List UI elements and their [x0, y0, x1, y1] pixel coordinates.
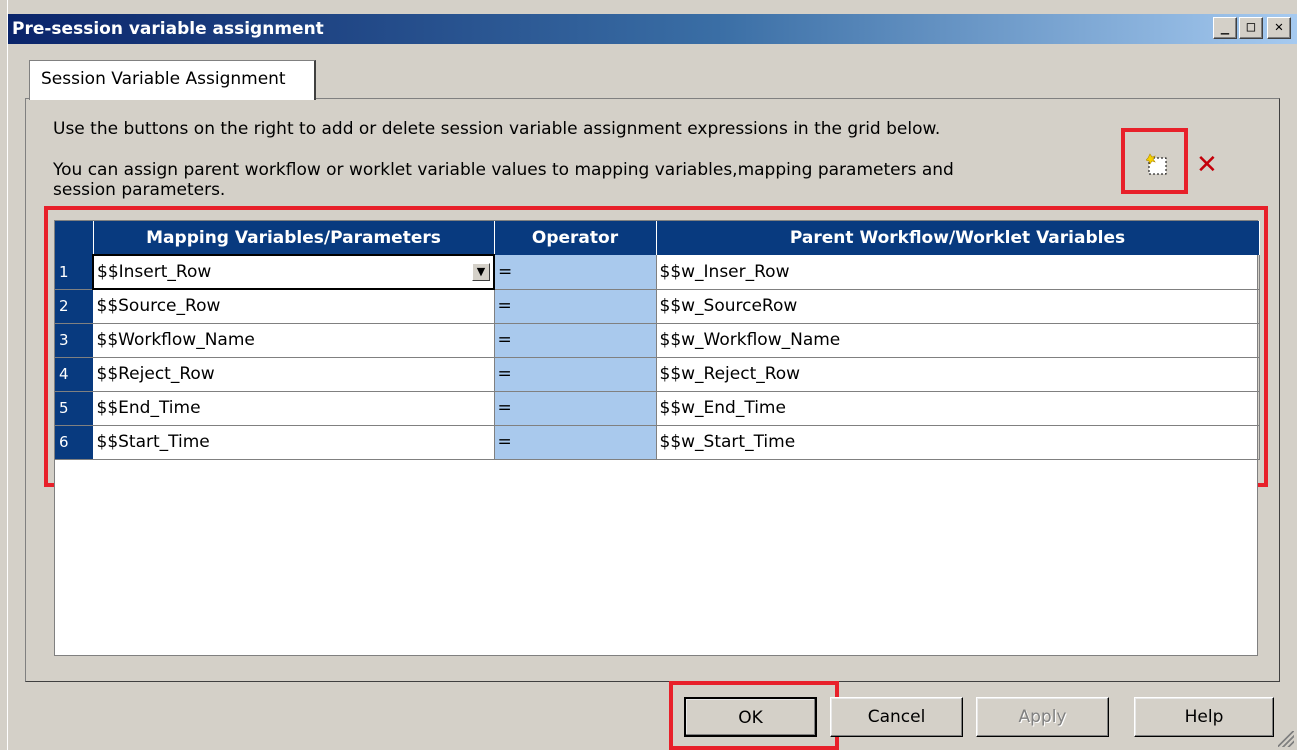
operator-cell[interactable]: =	[494, 323, 657, 358]
column-header-operator[interactable]: Operator	[494, 221, 657, 255]
operator-cell[interactable]: =	[494, 425, 657, 460]
table-row[interactable]: 6 $$Start_Time = $$w_Start_Time	[55, 425, 1260, 460]
instructions-line1: Use the buttons on the right to add or d…	[53, 119, 941, 139]
row-number[interactable]: 5	[55, 391, 94, 426]
ok-button[interactable]: OK	[684, 697, 817, 737]
resize-grip-icon[interactable]	[1278, 731, 1294, 747]
mapping-cell[interactable]: $$Start_Time	[93, 425, 495, 460]
new-row-icon[interactable]	[1145, 152, 1170, 178]
title-bar: Pre-session variable assignment _ □ ✕	[8, 14, 1297, 44]
table-row[interactable]: 4 $$Reject_Row = $$w_Reject_Row	[55, 357, 1260, 392]
parent-cell[interactable]: $$w_Workflow_Name	[656, 323, 1260, 358]
table-row[interactable]: 3 $$Workflow_Name = $$w_Workflow_Name	[55, 323, 1260, 358]
help-button[interactable]: Help	[1134, 697, 1274, 737]
mapping-cell-value: $$Insert_Row	[97, 262, 212, 282]
variable-assignment-grid[interactable]: Mapping Variables/Parameters Operator Pa…	[54, 220, 1260, 656]
operator-cell[interactable]: =	[494, 255, 657, 290]
close-button[interactable]: ✕	[1267, 17, 1291, 39]
row-number[interactable]: 1	[55, 255, 94, 290]
column-header-parent[interactable]: Parent Workflow/Worklet Variables	[656, 221, 1260, 255]
window-title: Pre-session variable assignment	[12, 19, 324, 39]
table-row[interactable]: 2 $$Source_Row = $$w_SourceRow	[55, 289, 1260, 324]
column-header-mapping[interactable]: Mapping Variables/Parameters	[93, 221, 495, 255]
cancel-button[interactable]: Cancel	[830, 697, 963, 737]
mapping-cell[interactable]: $$Insert_Row ▼	[92, 254, 495, 290]
mapping-cell[interactable]: $$Source_Row	[93, 289, 495, 324]
row-number[interactable]: 3	[55, 323, 94, 358]
mapping-cell[interactable]: $$End_Time	[93, 391, 495, 426]
dropdown-arrow-icon[interactable]: ▼	[472, 263, 490, 281]
mapping-cell[interactable]: $$Reject_Row	[93, 357, 495, 392]
operator-cell[interactable]: =	[494, 289, 657, 324]
parent-cell[interactable]: $$w_SourceRow	[656, 289, 1260, 324]
grid-header-row: Mapping Variables/Parameters Operator Pa…	[55, 221, 1260, 255]
delete-x-icon[interactable]: ✕	[1196, 150, 1218, 180]
parent-cell[interactable]: $$w_Start_Time	[656, 425, 1260, 460]
row-number-header	[55, 221, 94, 255]
apply-button[interactable]: Apply	[976, 697, 1109, 737]
maximize-button[interactable]: □	[1239, 17, 1263, 39]
parent-cell[interactable]: $$w_Reject_Row	[656, 357, 1260, 392]
parent-cell[interactable]: $$w_End_Time	[656, 391, 1260, 426]
mapping-cell[interactable]: $$Workflow_Name	[93, 323, 495, 358]
tab-session-variable-assignment[interactable]: Session Variable Assignment	[29, 60, 316, 100]
instructions-line2: You can assign parent workflow or workle…	[53, 160, 954, 200]
operator-cell[interactable]: =	[494, 391, 657, 426]
table-row[interactable]: 5 $$End_Time = $$w_End_Time	[55, 391, 1260, 426]
table-row[interactable]: 1 $$Insert_Row ▼ = $$w_Inser_Row	[55, 254, 1260, 290]
row-number[interactable]: 4	[55, 357, 94, 392]
row-number[interactable]: 6	[55, 425, 94, 460]
parent-cell[interactable]: $$w_Inser_Row	[656, 255, 1260, 290]
operator-cell[interactable]: =	[494, 357, 657, 392]
row-number[interactable]: 2	[55, 289, 94, 324]
minimize-button[interactable]: _	[1213, 17, 1237, 39]
window-left-edge	[0, 0, 8, 750]
